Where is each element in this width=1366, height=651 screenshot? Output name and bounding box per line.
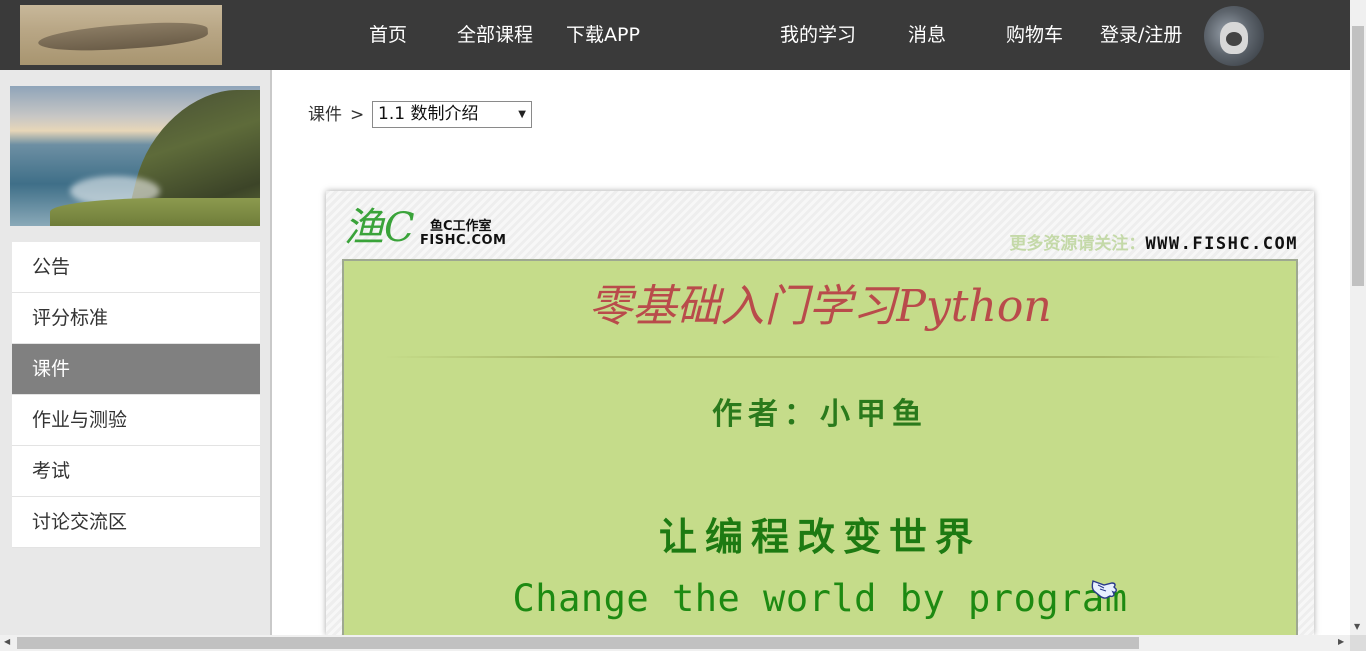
lesson-select[interactable]: 1.1 数制介绍 ▼ xyxy=(372,101,532,128)
slide-author: 作者：小甲鱼 xyxy=(712,397,928,432)
user-avatar[interactable] xyxy=(1204,6,1264,66)
nav-login-register[interactable]: 登录/注册 xyxy=(1100,22,1182,48)
dropdown-arrow-icon: ▼ xyxy=(518,109,526,120)
breadcrumb-label: 课件 xyxy=(308,105,342,125)
horizontal-scrollbar-thumb[interactable] xyxy=(17,637,1139,649)
scrollbar-corner xyxy=(1350,635,1366,651)
fishc-logo: 渔C 鱼C工作室 FISHC.COM xyxy=(340,201,520,257)
nav-download-app[interactable]: 下载APP xyxy=(566,22,640,48)
hand-cursor-icon xyxy=(1091,580,1117,599)
sidebar-item-homework-quiz[interactable]: 作业与测验 xyxy=(12,395,260,446)
site-logo[interactable] xyxy=(20,5,222,65)
slide-site-url: WWW.FISHC.COM xyxy=(1145,234,1298,254)
breadcrumb-separator: > xyxy=(350,105,365,125)
nav-cart[interactable]: 购物车 xyxy=(1006,22,1063,48)
sidebar-item-grading-criteria[interactable]: 评分标准 xyxy=(12,293,260,344)
nav-home[interactable]: 首页 xyxy=(369,22,407,48)
sidebar-menu: 公告 评分标准 课件 作业与测验 考试 讨论交流区 xyxy=(12,242,260,548)
nav-messages[interactable]: 消息 xyxy=(908,22,946,48)
sidebar-item-discussion[interactable]: 讨论交流区 xyxy=(12,497,260,548)
fishc-swirl-icon: 渔C xyxy=(344,205,415,251)
slide-logo-cn: 鱼C工作室 xyxy=(430,219,492,234)
slide-slogan: 让编程改变世界 xyxy=(658,514,981,559)
slide-content-panel: 零基础入门学习Python 作者：小甲鱼 让编程改变世界 Change the … xyxy=(342,259,1298,635)
breadcrumb: 课件 > xyxy=(308,102,364,128)
slide-slogan-english: Change the world by program xyxy=(512,577,1128,620)
nav-all-courses[interactable]: 全部课程 xyxy=(457,22,533,48)
slide-site-banner: 更多资源请关注：WWW.FISHC.COM xyxy=(1009,229,1298,254)
scroll-down-arrow-icon[interactable]: ▼ xyxy=(1354,622,1360,631)
sidebar-item-announcements[interactable]: 公告 xyxy=(12,242,260,293)
course-cover-image xyxy=(10,86,260,226)
cover-grass xyxy=(50,198,260,226)
slide-site-prefix: 更多资源请关注： xyxy=(1009,234,1146,254)
horizontal-scrollbar[interactable]: ◀ ▶ xyxy=(0,635,1350,651)
slide-divider xyxy=(384,356,1282,358)
sidebar-item-courseware[interactable]: 课件 xyxy=(12,344,260,395)
scroll-right-arrow-icon[interactable]: ▶ xyxy=(1338,637,1344,646)
slide-title: 零基础入门学习Python xyxy=(588,281,1052,332)
lesson-select-value: 1.1 数制介绍 xyxy=(378,104,479,124)
scroll-left-arrow-icon[interactable]: ◀ xyxy=(4,637,10,646)
vertical-scrollbar[interactable]: ▼ xyxy=(1350,0,1366,635)
top-nav-bar: 首页 全部课程 下载APP 我的学习 消息 购物车 登录/注册 xyxy=(0,0,1350,70)
nav-my-learning[interactable]: 我的学习 xyxy=(780,22,856,48)
fish-logo-icon xyxy=(37,19,209,55)
slide-logo-en: FISHC.COM xyxy=(420,233,507,248)
cat-avatar-icon xyxy=(1220,22,1248,54)
courseware-slide[interactable]: 渔C 鱼C工作室 FISHC.COM 更多资源请关注：WWW.FISHC.COM… xyxy=(326,191,1314,635)
vertical-scrollbar-thumb[interactable] xyxy=(1352,26,1364,286)
sidebar-item-exam[interactable]: 考试 xyxy=(12,446,260,497)
